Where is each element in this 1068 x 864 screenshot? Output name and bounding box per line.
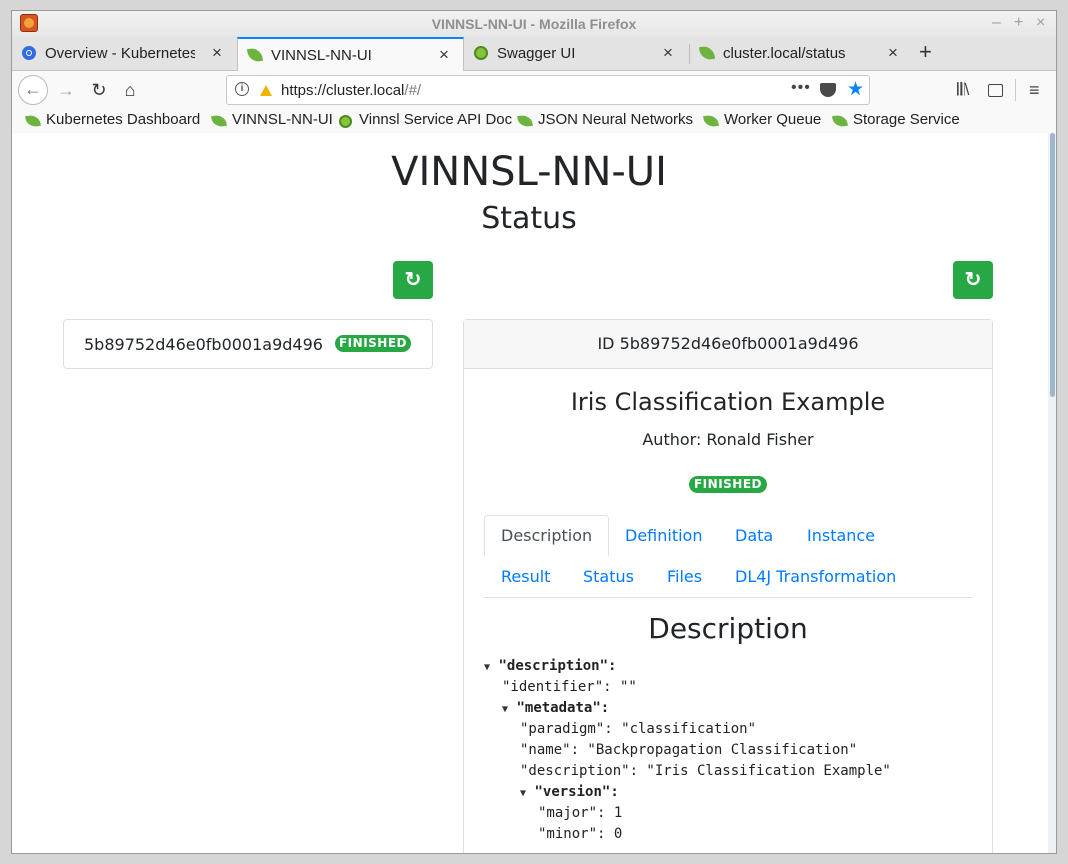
tab-cluster-status[interactable]: cluster.local/status ×: [690, 37, 915, 70]
close-window-icon[interactable]: ×: [1036, 14, 1045, 32]
tab-files[interactable]: Files: [667, 567, 702, 586]
leaf-icon: [211, 113, 227, 129]
close-tab-icon[interactable]: ×: [212, 43, 222, 63]
tab-data[interactable]: Data: [735, 526, 773, 545]
leaf-icon: [698, 44, 716, 62]
page-scrollbar[interactable]: [1048, 133, 1056, 853]
swagger-icon: [339, 115, 352, 128]
site-info-icon[interactable]: i: [235, 82, 249, 96]
window-title: VINNSL-NN-UI - Mozilla Firefox: [431, 16, 637, 32]
detail-tabs: Description Definition Data Instance Res…: [484, 515, 972, 598]
tab-instance[interactable]: Instance: [807, 526, 875, 545]
tab-kubernetes-overview[interactable]: Overview - Kubernetes Dashboard ×: [12, 37, 237, 70]
tab-strip: Overview - Kubernetes Dashboard × VINNSL…: [12, 37, 1056, 71]
detail-header: ID 5b89752d46e0fb0001a9d496: [464, 320, 992, 369]
network-author: Author: Ronald Fisher: [642, 430, 814, 449]
json-line: "minor": 0: [538, 826, 623, 842]
json-line: "paradigm": "classification": [520, 721, 757, 737]
page-actions-icon[interactable]: •••: [791, 79, 811, 97]
caret-down-icon[interactable]: ▼: [484, 662, 490, 673]
navigation-toolbar: ← → ↻ ⌂ i https://cluster.local/#/ ••• ★…: [12, 71, 1056, 109]
insecure-warning-icon[interactable]: [260, 85, 272, 96]
bookmarks-toolbar: Kubernetes Dashboard VINNSL-NN-UI Vinnsl…: [12, 109, 1056, 134]
bookmark-star-icon[interactable]: ★: [847, 78, 864, 101]
swagger-icon: [474, 46, 488, 60]
close-tab-icon[interactable]: ×: [888, 43, 898, 63]
job-id: 5b89752d46e0fb0001a9d496: [84, 335, 323, 354]
kubernetes-icon: [22, 46, 36, 60]
leaf-icon: [832, 113, 848, 129]
title-bar: VINNSL-NN-UI - Mozilla Firefox – + ×: [12, 11, 1056, 37]
page-title: VINNSL-NN-UI: [391, 149, 667, 195]
library-icon[interactable]: 𝄃𝄃\: [957, 80, 969, 100]
status-badge: FINISHED: [689, 476, 767, 493]
maximize-icon[interactable]: +: [1014, 14, 1023, 32]
json-line: "major": 1: [538, 805, 623, 821]
scrollbar-thumb[interactable]: [1050, 133, 1055, 397]
caret-down-icon[interactable]: ▼: [502, 704, 508, 715]
json-node-version[interactable]: ▼ "version":: [520, 784, 619, 800]
refresh-detail-button[interactable]: ↻: [953, 261, 993, 299]
refresh-icon: ↻: [964, 269, 982, 291]
close-tab-icon[interactable]: ×: [663, 43, 673, 63]
page-subtitle: Status: [481, 201, 577, 236]
browser-window: VINNSL-NN-UI - Mozilla Firefox – + × Ove…: [11, 10, 1057, 854]
tab-label: cluster.local/status: [723, 45, 846, 62]
back-button[interactable]: ←: [18, 75, 48, 105]
new-tab-button[interactable]: +: [919, 39, 932, 65]
tab-label: Swagger UI: [497, 45, 576, 62]
json-line: "name": "Backpropagation Classification": [520, 742, 858, 758]
tab-description[interactable]: Description: [484, 515, 610, 556]
json-node-metadata[interactable]: ▼ "metadata":: [502, 700, 609, 716]
menu-icon[interactable]: ≡: [1029, 80, 1040, 101]
refresh-icon: ↻: [404, 269, 422, 291]
minimize-icon[interactable]: –: [992, 14, 1001, 32]
tab-definition[interactable]: Definition: [625, 526, 702, 545]
tab-dl4j-transformation[interactable]: DL4J Transformation: [735, 567, 896, 586]
status-badge: FINISHED: [335, 335, 411, 352]
tab-swagger-ui[interactable]: Swagger UI ×: [464, 37, 689, 70]
tab-status[interactable]: Status: [583, 567, 634, 586]
tab-label: Overview - Kubernetes Dashboard: [45, 45, 195, 62]
sidebar-icon[interactable]: [988, 84, 1003, 97]
leaf-icon: [25, 113, 41, 129]
url-bar[interactable]: i https://cluster.local/#/ ••• ★: [226, 75, 870, 105]
home-button[interactable]: ⌂: [116, 76, 144, 104]
forward-button[interactable]: →: [52, 76, 80, 104]
caret-down-icon[interactable]: ▼: [520, 788, 526, 799]
leaf-icon: [246, 46, 264, 64]
json-line: "identifier": "": [502, 679, 637, 695]
job-detail-card: ID 5b89752d46e0fb0001a9d496 Iris Classif…: [463, 319, 993, 853]
refresh-list-button[interactable]: ↻: [393, 261, 433, 299]
toolbar-separator: [1015, 79, 1016, 101]
json-node-description[interactable]: ▼ "description":: [484, 658, 616, 674]
leaf-icon: [517, 113, 533, 129]
leaf-icon: [703, 113, 719, 129]
json-line: "description": "Iris Classification Exam…: [520, 763, 891, 779]
section-title: Description: [648, 612, 808, 645]
close-tab-icon[interactable]: ×: [439, 45, 449, 65]
page-content: VINNSL-NN-UI Status ↻ ↻ 5b89752d46e0fb00…: [12, 133, 1056, 853]
tab-label: VINNSL-NN-UI: [271, 47, 372, 64]
tab-result[interactable]: Result: [501, 567, 550, 586]
url-text[interactable]: https://cluster.local/#/: [281, 82, 421, 99]
network-title: Iris Classification Example: [570, 388, 886, 416]
pocket-icon[interactable]: [820, 83, 836, 97]
reload-button[interactable]: ↻: [85, 76, 113, 104]
tab-vinnsl-nn-ui[interactable]: VINNSL-NN-UI ×: [237, 37, 464, 71]
job-list-item[interactable]: 5b89752d46e0fb0001a9d496 FINISHED: [63, 319, 433, 369]
